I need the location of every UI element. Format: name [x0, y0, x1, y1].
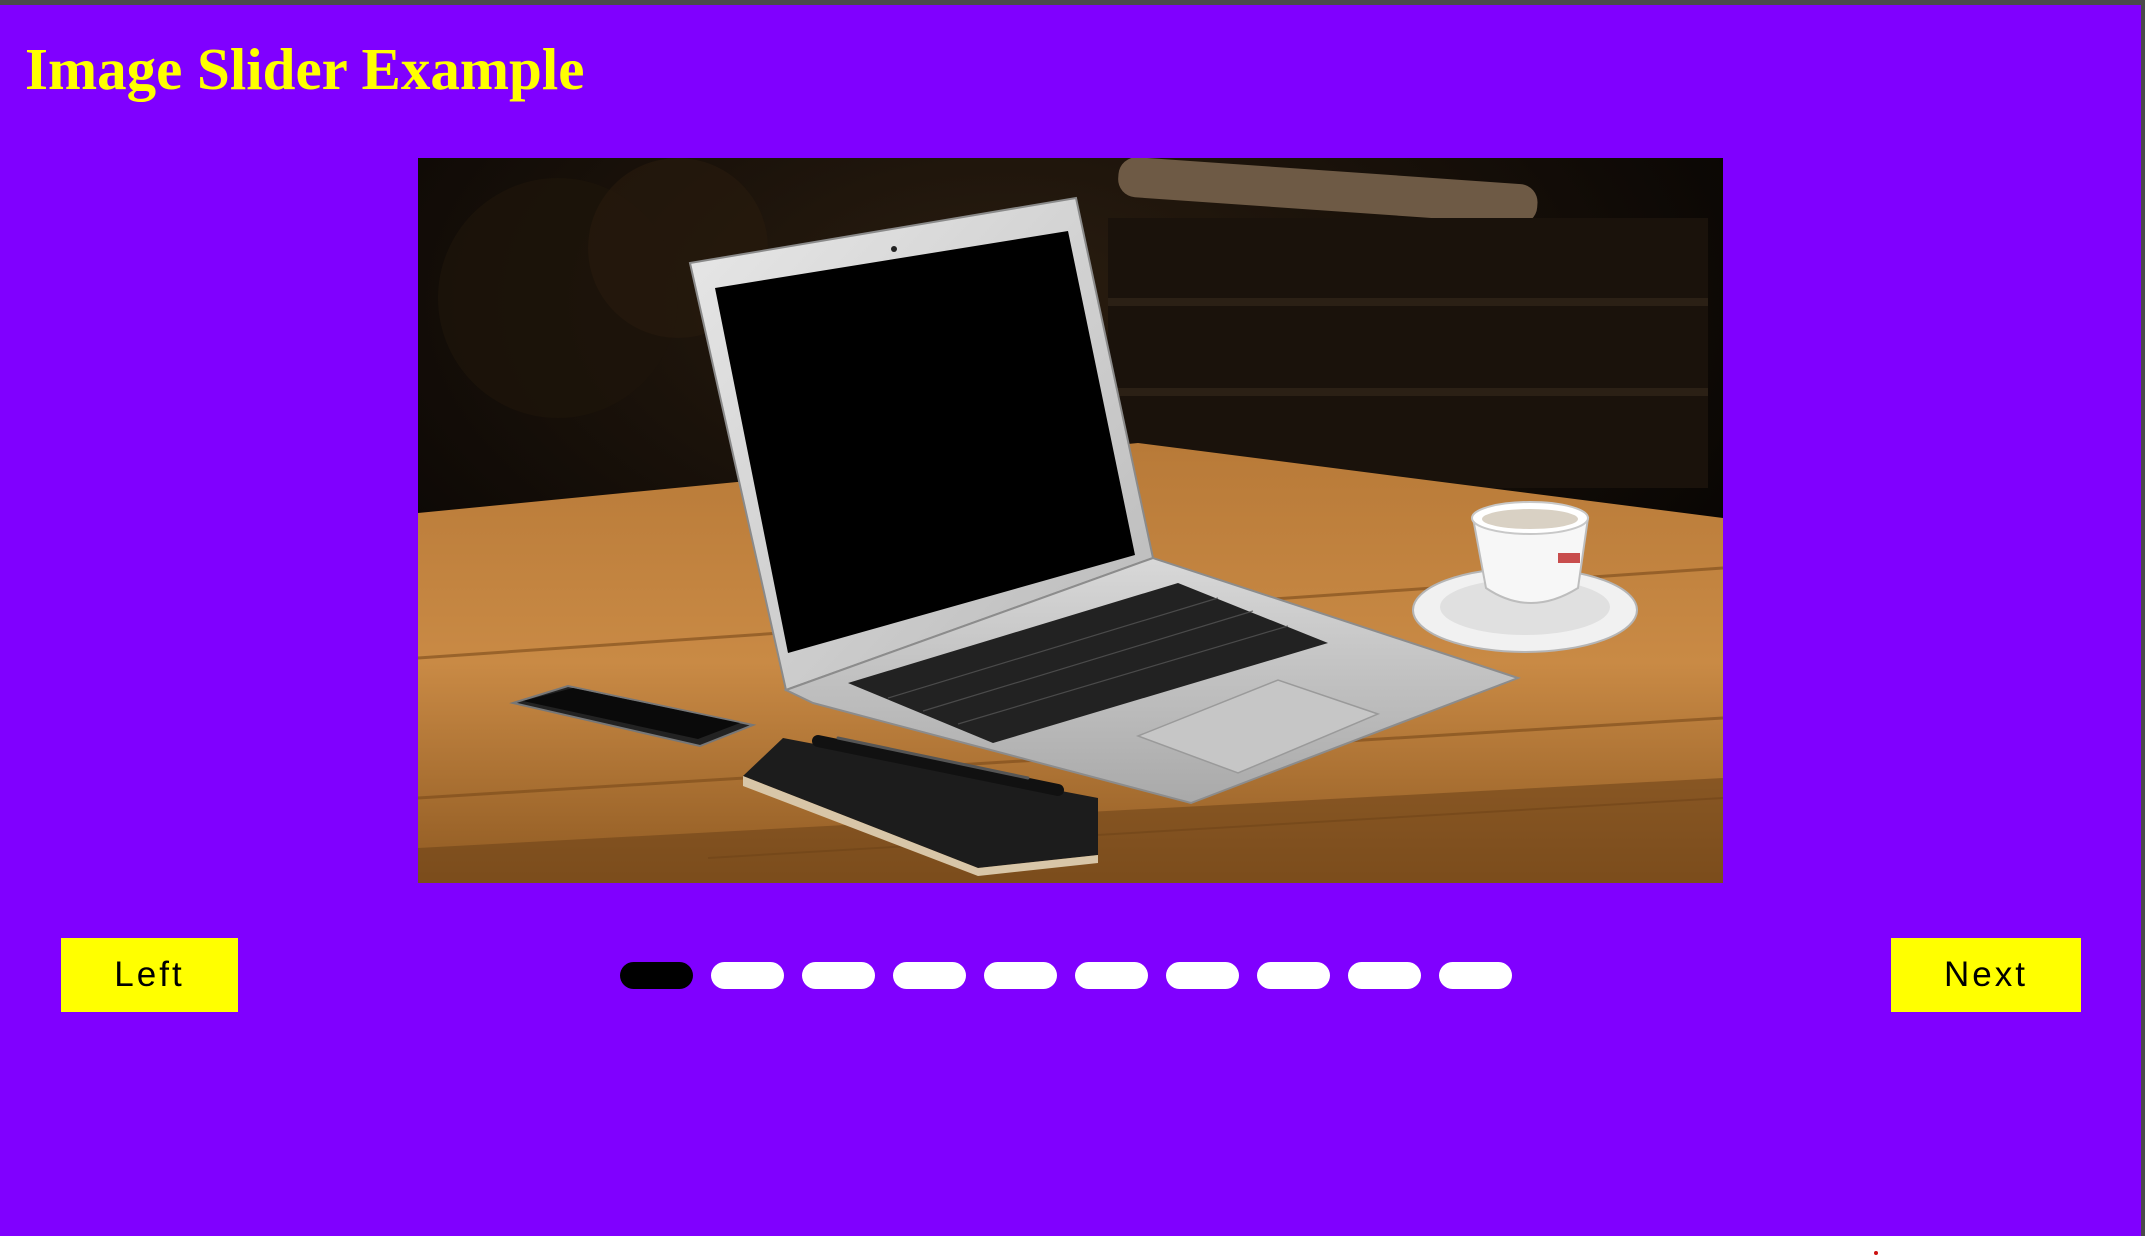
slider-page: Image Slider Example Left Next [0, 0, 2145, 1236]
slide-dot-8[interactable] [1257, 962, 1330, 989]
slide-dot-5[interactable] [984, 962, 1057, 989]
corner-dot [1874, 1251, 1878, 1255]
left-button[interactable]: Left [61, 938, 238, 1012]
slide-dot-6[interactable] [1075, 962, 1148, 989]
slide-dot-1-active[interactable] [620, 962, 693, 989]
slide-dot-7[interactable] [1166, 962, 1239, 989]
slide-dot-3[interactable] [802, 962, 875, 989]
slide-dot-2[interactable] [711, 962, 784, 989]
next-button[interactable]: Next [1891, 938, 2081, 1012]
slide-dot-4[interactable] [893, 962, 966, 989]
slide-dot-9[interactable] [1348, 962, 1421, 989]
slide-indicators [620, 962, 1512, 989]
laptop-desk-photo [418, 158, 1723, 883]
slide-image [418, 158, 1723, 883]
page-title: Image Slider Example [25, 36, 585, 102]
slide-dot-10[interactable] [1439, 962, 1512, 989]
